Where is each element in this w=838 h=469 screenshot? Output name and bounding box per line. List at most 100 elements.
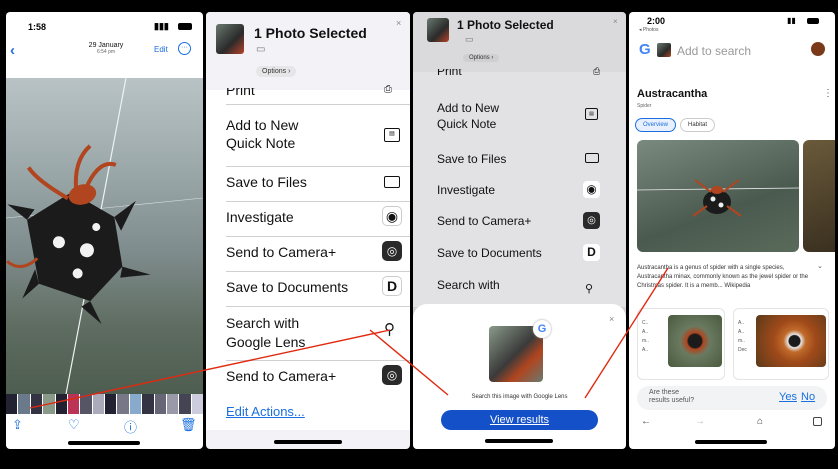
thumbnail[interactable] xyxy=(142,394,154,414)
action-investigate[interactable]: Investigate ◉ xyxy=(413,181,626,201)
thumbnail[interactable] xyxy=(30,394,43,414)
action-investigate[interactable]: Investigate ◉ xyxy=(206,206,410,231)
search-bar[interactable]: G Add to search xyxy=(637,40,827,62)
thumbnail[interactable] xyxy=(179,394,191,414)
chips-row: Overview Habitat xyxy=(635,118,716,132)
action-save-to-files[interactable]: Save to Files xyxy=(206,174,410,196)
feedback-yes-button[interactable]: Yes xyxy=(779,391,797,403)
photos-app-panel: 1:58 ▮▮▮ ‹ 29 January 6:54 pm Edit ··· ⇪… xyxy=(6,12,203,449)
feedback-q-line1: Are these xyxy=(649,389,679,396)
label-line-1: Search with xyxy=(226,315,300,331)
thumbnail[interactable] xyxy=(105,394,117,414)
heart-icon[interactable]: ♡ xyxy=(68,417,80,433)
related-card-1[interactable]: C.. A.. m.. A.. xyxy=(637,308,725,380)
share-sheet-title: 1 Photo Selected xyxy=(457,18,554,32)
spider-photo[interactable] xyxy=(6,77,203,395)
forward-arrow-icon[interactable]: → xyxy=(695,416,705,427)
thumbnail[interactable] xyxy=(92,394,104,414)
thumbnail[interactable] xyxy=(191,394,203,414)
thumbnail[interactable] xyxy=(18,394,30,414)
back-app-label[interactable]: ◂ Photos xyxy=(639,27,658,33)
avatar[interactable] xyxy=(811,42,825,56)
more-options-icon[interactable]: ··· xyxy=(178,42,191,55)
action-save-to-files[interactable]: Save to Files xyxy=(413,152,626,170)
home-indicator xyxy=(485,439,553,443)
action-save-to-documents[interactable]: Save to Documents D xyxy=(206,276,410,301)
photo-toolbar: ⇪ ♡ ⓘ 🗑 xyxy=(6,414,203,440)
tabs-icon[interactable] xyxy=(813,417,822,426)
edit-button[interactable]: Edit xyxy=(154,45,168,54)
result-title: Austracantha xyxy=(637,88,708,100)
action-add-quick-note[interactable]: Add to New Quick Note ▤ xyxy=(413,100,626,136)
action-label: Add to New Quick Note xyxy=(437,100,499,132)
knowledge-snippet: Austracantha is a genus of spider with a… xyxy=(637,264,821,291)
result-image-main[interactable] xyxy=(637,140,799,252)
action-label: Save to Documents xyxy=(226,279,349,295)
action-print-partial[interactable]: Print ⎙ xyxy=(413,66,626,80)
status-time: 2:00 xyxy=(647,16,666,26)
result-image-side[interactable] xyxy=(803,140,835,252)
back-chevron-icon[interactable]: ‹ xyxy=(10,42,15,59)
action-list: Print ⎙ Add to New Quick Note ▤ Save to … xyxy=(206,84,410,430)
thumbnail[interactable] xyxy=(67,394,80,414)
trash-icon[interactable]: 🗑 xyxy=(180,417,197,433)
options-button[interactable]: Options › xyxy=(463,54,500,62)
view-results-button[interactable]: View results xyxy=(441,410,598,430)
action-send-to-camera-plus[interactable]: Send to Camera+ ◎ xyxy=(206,241,410,266)
share-icon[interactable]: ⇪ xyxy=(12,417,23,433)
home-icon[interactable]: ⌂ xyxy=(757,416,763,427)
action-label: Send to Camera+ xyxy=(226,244,337,260)
back-arrow-icon[interactable]: ← xyxy=(641,416,651,427)
action-add-quick-note[interactable]: Add to New Quick Note ▤ xyxy=(206,116,410,160)
thumbnail[interactable] xyxy=(166,394,179,414)
close-icon[interactable]: × xyxy=(609,314,614,324)
label-line-2: Quick Note xyxy=(226,135,296,151)
options-button[interactable]: Options › xyxy=(256,66,297,77)
snippet-text: Austracantha is a genus of spider with a… xyxy=(637,265,809,289)
related-card-2[interactable]: A.. A.. m.. Dec xyxy=(733,308,829,380)
thumbnail[interactable] xyxy=(55,394,67,414)
feedback-q-line2: results useful? xyxy=(649,397,695,404)
share-sheet-title: 1 Photo Selected xyxy=(254,25,367,41)
action-print-partial[interactable]: Print ⎙ xyxy=(206,84,410,100)
action-save-to-documents[interactable]: Save to Documents D xyxy=(413,244,626,264)
edit-actions-link[interactable]: Edit Actions... xyxy=(226,404,305,419)
battery-icon xyxy=(178,23,192,30)
chip-habitat[interactable]: Habitat xyxy=(680,118,716,132)
view-results-label: View results xyxy=(489,414,550,426)
action-search-with[interactable]: Search with ⚲ xyxy=(413,278,626,296)
more-menu-icon[interactable]: ⋮ xyxy=(823,88,833,99)
query-image-thumb xyxy=(657,43,671,57)
divider xyxy=(226,271,410,272)
action-label: Save to Files xyxy=(437,152,507,166)
home-indicator xyxy=(274,440,342,444)
live-info-icon[interactable]: ⓘ xyxy=(124,417,137,436)
close-icon[interactable]: × xyxy=(613,17,618,26)
folder-icon xyxy=(585,153,599,163)
expand-chevron-icon[interactable]: ⌄ xyxy=(817,262,823,270)
photo-strip[interactable] xyxy=(6,394,203,414)
documents-icon: D xyxy=(583,244,600,261)
action-send-to-camera-plus-2[interactable]: Send to Camera+ ◎ xyxy=(206,365,410,390)
thumbnail[interactable] xyxy=(129,394,142,414)
close-icon[interactable]: × xyxy=(396,18,401,28)
action-search-google-lens[interactable]: Search with Google Lens ⚲ xyxy=(206,314,410,354)
label-line-2: Quick Note xyxy=(437,117,497,131)
action-label: Print xyxy=(437,64,462,78)
share-sheet-header: 1 Photo Selected ▭ Options › × xyxy=(206,12,410,90)
home-indicator xyxy=(68,441,140,445)
thumbnail[interactable] xyxy=(154,394,166,414)
search-icon: ⚲ xyxy=(585,283,594,295)
search-icon: ⚲ xyxy=(384,321,395,338)
action-send-to-camera-plus[interactable]: Send to Camera+ ◎ xyxy=(413,212,626,232)
search-placeholder: Add to search xyxy=(677,44,752,58)
date-label: 29 January xyxy=(88,42,124,49)
chip-overview[interactable]: Overview xyxy=(635,118,677,132)
feedback-no-button[interactable]: No xyxy=(801,391,815,403)
action-label: Save to Files xyxy=(226,174,307,190)
thumbnail[interactable] xyxy=(6,394,18,414)
lens-caption: Search this image with Google Lens xyxy=(471,394,568,400)
thumbnail[interactable] xyxy=(117,394,129,414)
thumbnail[interactable] xyxy=(80,394,92,414)
thumbnail[interactable] xyxy=(43,394,55,414)
